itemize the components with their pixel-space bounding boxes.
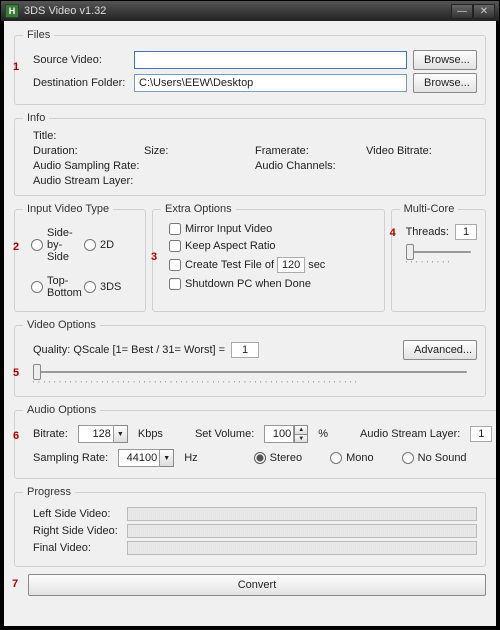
marker-7: 7 [12,578,18,590]
threads-label: Threads: [406,226,449,238]
progress-final-label: Final Video: [33,542,121,554]
audio-options-legend: Audio Options [23,404,100,416]
convert-button[interactable]: Convert [28,574,486,596]
spinner-up-icon[interactable]: ▲ [294,425,308,434]
files-group: 1 Files Source Video: Browse... Destinat… [14,29,486,105]
volume-spinner[interactable]: ▲▼ [264,425,308,443]
audio-bitrate-label: Bitrate: [33,428,68,440]
volume-label: Set Volume: [195,428,254,440]
audio-bitrate-input[interactable] [78,425,114,443]
info-duration-label: Duration: [33,145,144,157]
sampling-rate-label: Sampling Rate: [33,452,108,464]
browse-destination-button[interactable]: Browse... [413,73,477,93]
info-audio-channels-label: Audio Channels: [255,160,477,172]
source-video-label: Source Video: [33,54,128,66]
progress-group: Progress Left Side Video: Right Side Vid… [14,486,486,567]
info-audio-sampling-rate-label: Audio Sampling Rate: [33,160,255,172]
minimize-button[interactable]: — [451,4,473,19]
threads-input[interactable] [455,224,477,240]
audio-bitrate-unit: Kbps [138,428,163,440]
threads-slider[interactable] [406,243,471,261]
window-title: 3DS Video v1.32 [24,5,451,17]
spinner-down-icon[interactable]: ▼ [294,434,308,443]
marker-1: 1 [13,61,19,73]
sampling-rate-input[interactable] [118,449,160,467]
progress-left-bar [127,507,477,521]
info-size-label: Size: [144,145,255,157]
check-create-test-file[interactable]: Create Test File of sec [169,257,376,273]
threads-ticks: ' ' ' ' ' ' ' ' ' [406,261,471,268]
extras-legend: Extra Options [161,203,236,215]
input-video-type-group: 2 Input Video Type Side-by-Side 2D Top-B… [14,203,146,312]
marker-3: 3 [151,251,157,263]
radio-stereo[interactable]: Stereo [254,452,302,464]
chevron-down-icon[interactable]: ▼ [114,425,128,443]
close-button[interactable]: ✕ [473,4,495,19]
quality-slider[interactable] [33,363,467,381]
app-window: H 3DS Video v1.32 — ✕ 1 Files Source Vid… [0,0,500,630]
info-framerate-label: Framerate: [255,145,366,157]
quality-input[interactable] [231,342,259,358]
sampling-rate-combo[interactable]: ▼ [118,449,174,467]
marker-4: 4 [390,227,396,239]
audio-bitrate-combo[interactable]: ▼ [78,425,128,443]
info-legend: Info [23,112,49,124]
marker-5: 5 [13,367,19,379]
progress-final-bar [127,541,477,555]
info-audio-stream-layer-label: Audio Stream Layer: [33,175,477,187]
progress-right-label: Right Side Video: [33,525,121,537]
volume-input[interactable] [264,425,294,443]
browse-source-button[interactable]: Browse... [413,50,477,70]
progress-legend: Progress [23,486,75,498]
check-shutdown[interactable]: Shutdown PC when Done [169,278,376,290]
volume-unit: % [318,428,328,440]
radio-2d[interactable]: 2D [84,227,137,263]
multicore-legend: Multi-Core [400,203,459,215]
extra-options-group: 3 Extra Options Mirror Input Video Keep … [152,203,385,312]
quality-ticks: ' ' ' ' ' ' ' ' ' ' ' ' ' ' ' ' ' ' ' ' … [33,381,467,388]
source-video-input[interactable] [134,51,407,69]
audio-options-group: 6 Audio Options Bitrate: ▼ Kbps Set Volu… [14,404,496,479]
chevron-down-icon[interactable]: ▼ [160,449,174,467]
progress-left-label: Left Side Video: [33,508,121,520]
files-legend: Files [23,29,54,41]
titlebar[interactable]: H 3DS Video v1.32 — ✕ [1,1,499,21]
client-area: 1 Files Source Video: Browse... Destinat… [4,21,496,626]
video-options-legend: Video Options [23,319,100,331]
progress-right-bar [127,524,477,538]
advanced-button[interactable]: Advanced... [403,340,477,360]
test-file-seconds-input[interactable] [277,257,305,273]
marker-2: 2 [13,241,19,253]
radio-mono[interactable]: Mono [330,452,374,464]
multi-core-group: 4 Multi-Core Threads: ' ' ' ' ' ' ' ' ' [391,203,486,312]
middle-row: 2 Input Video Type Side-by-Side 2D Top-B… [14,203,486,312]
radio-3ds[interactable]: 3DS [84,275,137,299]
audio-stream-layer-label: Audio Stream Layer: [360,428,460,440]
sampling-rate-unit: Hz [184,452,197,464]
info-title-label: Title: [33,130,477,142]
destination-folder-label: Destination Folder: [33,77,128,89]
radio-top-bottom[interactable]: Top-Bottom [31,275,84,299]
quality-label: Quality: QScale [1= Best / 31= Worst] = [33,344,225,356]
destination-folder-input[interactable] [134,74,407,92]
info-video-bitrate-label: Video Bitrate: [366,145,477,157]
video-options-group: 5 Video Options Quality: QScale [1= Best… [14,319,486,397]
check-mirror-input[interactable]: Mirror Input Video [169,223,376,235]
check-keep-aspect[interactable]: Keep Aspect Ratio [169,240,376,252]
audio-stream-layer-input[interactable] [470,426,492,442]
app-icon: H [5,4,19,18]
input-type-legend: Input Video Type [23,203,113,215]
radio-side-by-side[interactable]: Side-by-Side [31,227,84,263]
marker-6: 6 [13,430,19,442]
radio-no-sound[interactable]: No Sound [402,452,467,464]
info-group: Info Title: Duration: Size: Framerate: V… [14,112,486,196]
